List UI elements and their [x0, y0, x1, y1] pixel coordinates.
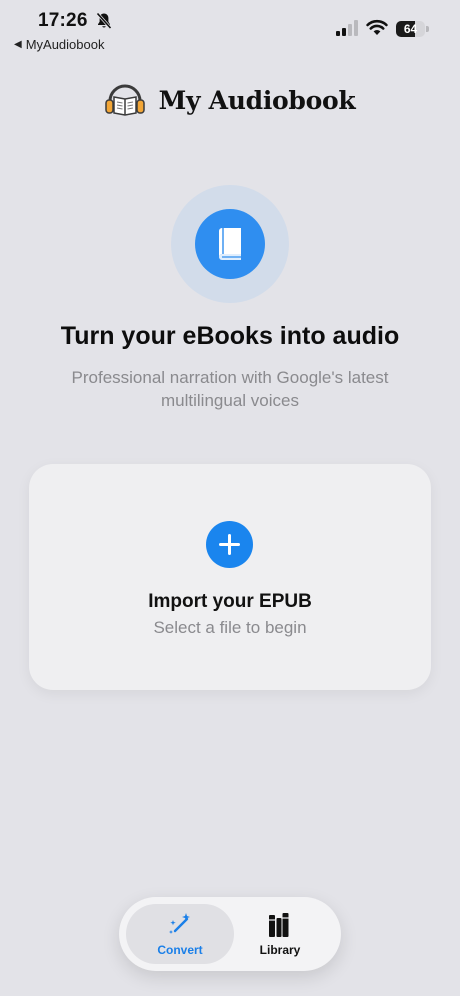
back-to-app-link[interactable]: ◀ MyAudiobook	[14, 37, 104, 52]
bell-slash-icon	[96, 12, 112, 30]
back-app-label: MyAudiobook	[25, 37, 105, 52]
app-title: My Audiobook	[158, 85, 356, 115]
import-epub-card[interactable]: Import your EPUB Select a file to begin	[29, 464, 431, 690]
status-time: 17:26	[38, 10, 88, 31]
hero-icon-circle	[195, 209, 265, 279]
battery-percent: 64	[403, 22, 418, 36]
tab-convert-label: Convert	[157, 943, 203, 957]
book-icon	[219, 228, 241, 260]
import-title: Import your EPUB	[148, 591, 312, 612]
headphones-book-icon	[104, 84, 145, 116]
battery-icon: 64	[396, 21, 430, 37]
plus-icon[interactable]	[206, 521, 253, 568]
tab-convert[interactable]: Convert	[126, 904, 234, 964]
hero-headline: Turn your eBooks into audio	[60, 322, 400, 350]
tab-bar: Convert Library	[119, 897, 341, 971]
wifi-icon	[366, 19, 388, 35]
app-header: My Audiobook	[0, 80, 460, 120]
tab-library-label: Library	[259, 943, 301, 957]
import-subtitle: Select a file to begin	[153, 618, 307, 637]
tab-library[interactable]: Library	[226, 904, 334, 964]
hero-subline: Professional narration with Google's lat…	[71, 368, 389, 410]
status-bar: 17:26 ◀ MyAudiobook 64	[0, 0, 460, 60]
cellular-signal-icon	[336, 20, 358, 36]
books-icon	[269, 913, 289, 937]
back-triangle-icon: ◀	[14, 39, 22, 50]
magic-wand-icon	[169, 913, 190, 934]
